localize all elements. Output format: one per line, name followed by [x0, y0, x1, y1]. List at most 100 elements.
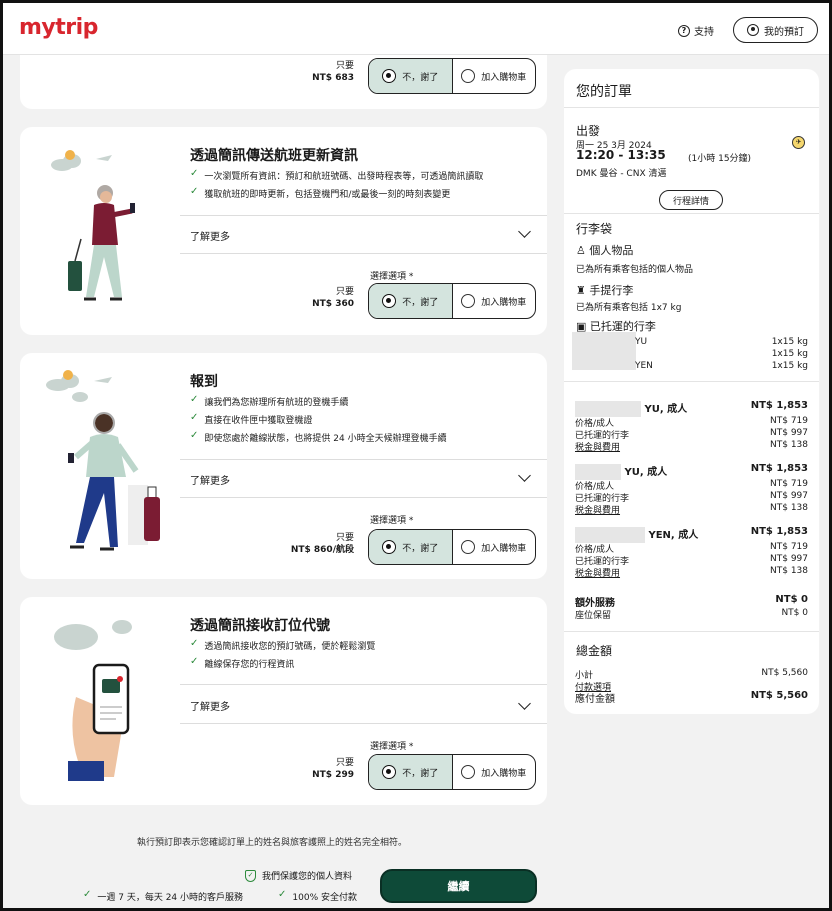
booking-disclaimer: 執行預訂即表示您確認訂單上的姓名與旅客護照上的姓名完全相符。 — [137, 838, 408, 848]
add-to-cart-option[interactable]: 加入購物車 — [453, 530, 536, 564]
carry-on-row: ♜ 手提行李 — [576, 282, 633, 298]
traveler-headphones-illustration — [46, 370, 160, 551]
tax-link[interactable]: 税金與費用 — [575, 503, 620, 516]
option-toggle: 不，謝了 加入購物車 — [368, 58, 536, 94]
passengers-section: YU, 成人 NT$ 1,853 价格/成人 NT$ 719 已托運的行李 NT$ 9… — [564, 381, 819, 631]
amount-due-value: NT$ 5,560 — [750, 690, 808, 701]
feature-item: ✓ 直接在收件匣中獲取登機證 — [190, 413, 313, 427]
add-to-cart-option[interactable]: 加入購物車 — [453, 284, 536, 318]
passenger-total: NT$ 1,853 — [750, 526, 808, 537]
price-prefix: 只要 — [335, 533, 354, 543]
extras-row: 額外服務 NT$ 0 — [575, 594, 808, 609]
price-value: NT$ 360 — [312, 299, 354, 309]
secure-badge: ✓ 100% 安全付款 — [278, 890, 357, 904]
chevron-down-icon[interactable] — [518, 697, 531, 710]
option-toggle: 不，謝了 加入購物車 — [368, 283, 536, 319]
passenger-total-row: YEN, 成人 NT$ 1,853 — [575, 526, 808, 543]
redacted-name — [575, 464, 621, 480]
tax-value: NT$ 138 — [770, 503, 808, 513]
tax-link[interactable]: 税金與費用 — [575, 440, 620, 453]
no-thanks-label: 不，謝了 — [402, 72, 439, 83]
tax-row: 税金與費用 NT$ 138 — [575, 503, 808, 516]
add-to-cart-option[interactable]: 加入購物車 — [453, 755, 536, 789]
no-thanks-option[interactable]: 不，謝了 — [369, 59, 453, 93]
add-to-cart-option[interactable]: 加入購物車 — [453, 59, 536, 93]
card-title: 透過簡訊傳送航班更新資訊 — [190, 148, 358, 164]
secure-text: 100% 安全付款 — [292, 893, 357, 903]
extras-total: NT$ 0 — [775, 594, 808, 605]
price-block: 只要 NT$ 360 — [280, 286, 354, 310]
trip-details-button[interactable]: 行程詳情 — [659, 190, 723, 210]
redacted-name — [575, 401, 641, 417]
baggage-title: 行李袋 — [576, 222, 613, 236]
bag-weight: 1x15 kg — [771, 349, 808, 359]
top-header: mytrip ? 支持 我的預訂 — [3, 3, 829, 55]
learn-more-toggle[interactable]: 了解更多 — [190, 472, 230, 487]
feature-text: 讓我們為您辦理所有航班的登機手續 — [204, 398, 349, 408]
feature-item: ✓ 離線保存您的行程資訊 — [190, 657, 295, 671]
amount-due-label: 應付金額 — [575, 694, 615, 705]
checked-bag-passenger: YEN 1x15 kg — [575, 361, 808, 371]
chevron-down-icon[interactable] — [518, 225, 531, 238]
no-thanks-label: 不，謝了 — [402, 768, 439, 779]
redacted-name — [575, 527, 645, 543]
price-prefix: 只要 — [335, 61, 354, 71]
bag-weight: 1x15 kg — [771, 361, 808, 371]
personal-item-label: 個人物品 — [589, 244, 634, 257]
divider — [180, 723, 547, 724]
card-check-in: 報到 ✓ 讓我們為您辦理所有航班的登機手續 ✓ 直接在收件匣中獲取登機證 ✓ 即使您處… — [20, 353, 547, 579]
bag-weight: 1x15 kg — [771, 337, 808, 347]
privacy-text: 我們保護您的個人資料 — [262, 872, 353, 882]
price-value: NT$ 860/航段 — [290, 545, 354, 555]
passenger-name: YU — [635, 337, 648, 347]
no-thanks-option[interactable]: 不，謝了 — [369, 284, 453, 318]
carry-on-note: 已為所有乘客包括 1x7 kg — [576, 303, 682, 313]
order-summary-panel: 您的訂單 出發 周一 25 3月 2024 12:20 - 13:35 (1小時… — [564, 69, 819, 714]
radio-selected — [382, 765, 397, 779]
feature-text: 一次瀏覽所有資訊：預訂和航班號碼、出發時程表等，可透過簡訊讀取 — [204, 172, 484, 182]
tax-link[interactable]: 税金與費用 — [575, 566, 620, 579]
passenger-name: YU, 成人 — [644, 404, 688, 415]
no-thanks-option[interactable]: 不，謝了 — [369, 530, 453, 564]
help-icon: ? — [678, 24, 690, 37]
card-title: 報到 — [190, 374, 218, 390]
personal-item-row: ♙ 個人物品 — [576, 242, 633, 258]
mytrip-logo[interactable]: mytrip — [19, 15, 98, 40]
support-text: 一週 7 天，每天 24 小時的客戶服務 — [97, 893, 244, 903]
card-sms-booking-reference: 透過簡訊接收訂位代號 ✓ 透過簡訊接收您的預訂號碼，便於輕鬆瀏覽 ✓ 離線保存您的行… — [20, 597, 547, 805]
no-thanks-label: 不，謝了 — [402, 543, 439, 554]
feature-text: 直接在收件匣中獲取登機證 — [204, 416, 313, 426]
feature-text: 離線保存您的行程資訊 — [204, 660, 295, 670]
tax-value: NT$ 138 — [770, 440, 808, 450]
flight-route: DMK 曼谷 - CNX 清邁 — [576, 169, 667, 179]
card-partial-top: 只要 NT$ 683 不，謝了 加入購物車 — [20, 55, 547, 109]
support-link[interactable]: ? 支持 — [678, 23, 714, 38]
radio-unselected — [461, 69, 476, 83]
price-prefix: 只要 — [335, 758, 354, 768]
no-thanks-option[interactable]: 不，謝了 — [369, 755, 453, 789]
airline-logo-icon: ✈ — [792, 136, 805, 149]
personal-item-note: 已為所有乘客包括的個人物品 — [576, 265, 694, 275]
price-block: 只要 NT$ 683 — [280, 60, 354, 84]
check-icon: ✓ — [190, 394, 199, 405]
option-toggle: 不，謝了 加入購物車 — [368, 754, 536, 790]
shield-icon: ✓ — [245, 869, 256, 882]
flight-duration: (1小時 15分鐘) — [688, 154, 752, 164]
feature-item: ✓ 一次瀏覽所有資訊：預訂和航班號碼、出發時程表等，可透過簡訊讀取 — [190, 169, 484, 183]
learn-more-toggle[interactable]: 了解更多 — [190, 698, 230, 713]
support-badge: ✓ 一週 7 天，每天 24 小時的客戶服務 — [83, 890, 244, 904]
my-booking-button[interactable]: 我的預訂 — [733, 17, 818, 43]
chevron-down-icon[interactable] — [518, 469, 531, 482]
radio-unselected — [461, 540, 476, 554]
personal-item-icon: ♙ — [576, 244, 586, 257]
add-cart-label: 加入購物車 — [481, 543, 527, 554]
passenger-name: YEN — [635, 361, 653, 371]
passenger-total-row: YU, 成人 NT$ 1,853 — [575, 463, 808, 480]
seat-label: 座位保留 — [575, 611, 612, 621]
price-value: NT$ 683 — [312, 73, 354, 83]
radio-unselected — [461, 294, 476, 308]
continue-button[interactable]: 繼續 — [380, 869, 537, 903]
learn-more-toggle[interactable]: 了解更多 — [190, 228, 230, 243]
feature-text: 即使您處於離線狀態，也將提供 24 小時全天候辦理登機手續 — [204, 434, 447, 444]
departure-label: 出發 — [576, 124, 601, 138]
